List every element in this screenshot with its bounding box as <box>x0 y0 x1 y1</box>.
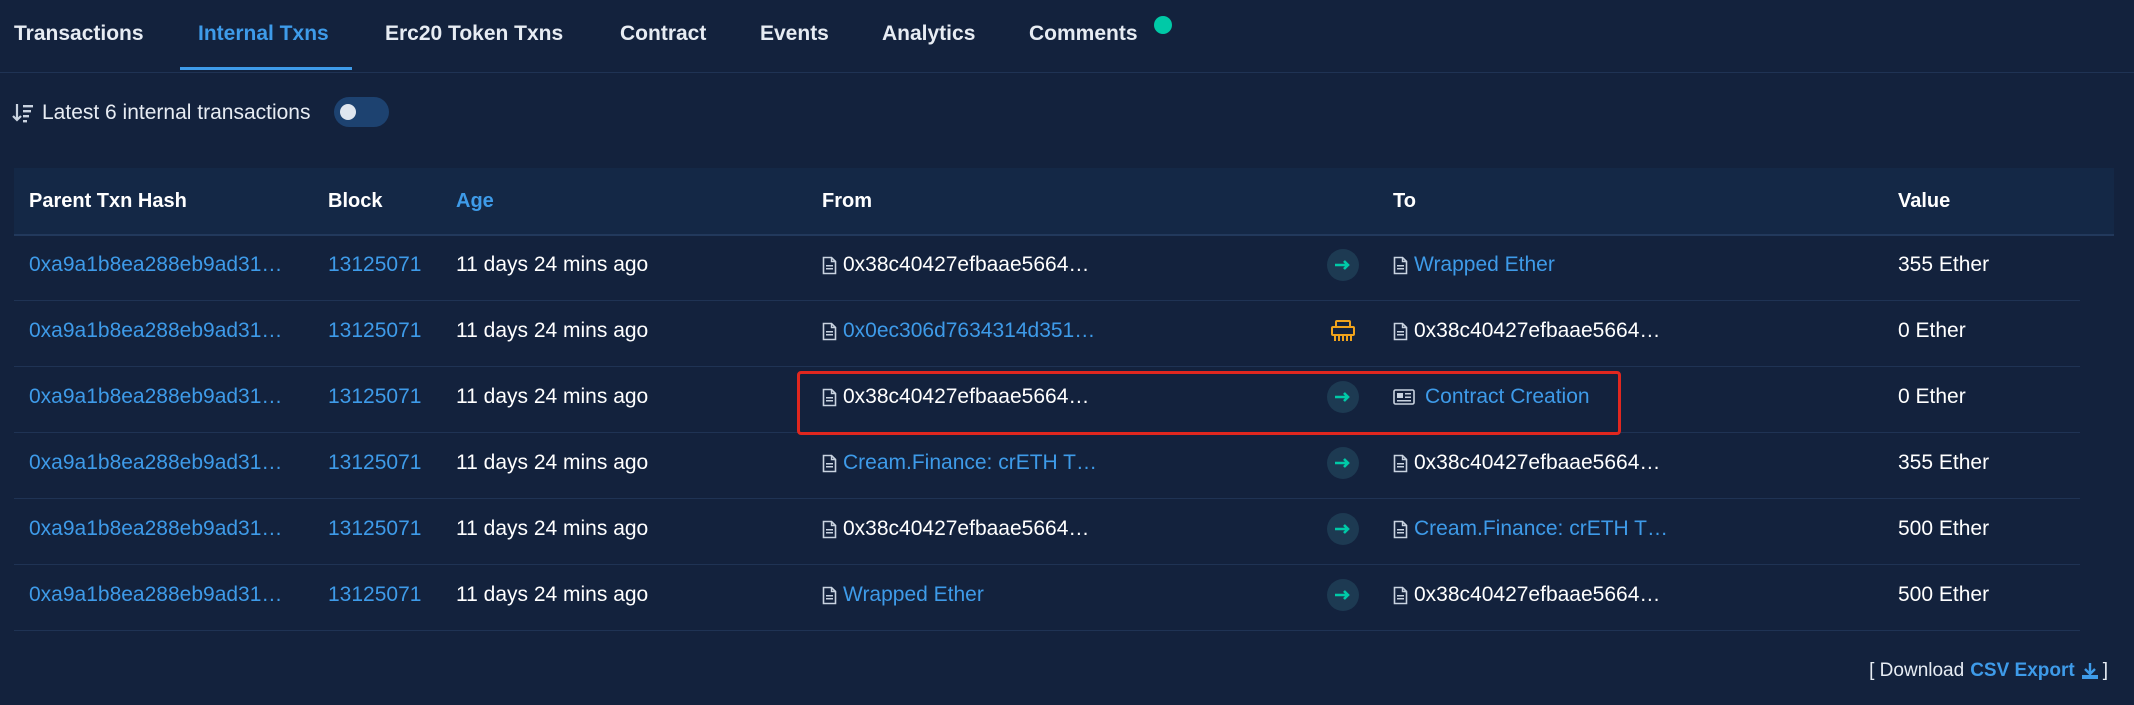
to-address-text: 0x38c40427efbaae5664… <box>1414 451 1661 474</box>
tab-bar: Transactions Internal Txns Erc20 Token T… <box>0 0 2134 73</box>
from-address: 0x38c40427efbaae5664… <box>822 253 1089 277</box>
parent-txn-hash-link[interactable]: 0xa9a1b8ea288eb9ad31… <box>29 583 282 607</box>
from-address-text: 0x38c40427efbaae5664… <box>843 253 1090 276</box>
to-address: 0x38c40427efbaae5664… <box>1393 583 1660 607</box>
value-text: 355 Ether <box>1898 451 1990 474</box>
parent-txn-hash-link[interactable]: 0xa9a1b8ea288eb9ad31… <box>29 319 282 343</box>
column-header-from: From <box>822 190 872 212</box>
column-header-to: To <box>1393 190 1416 212</box>
contract-doc-icon <box>822 454 837 472</box>
from-address[interactable]: Cream.Finance: crETH T… <box>822 451 1097 475</box>
sort-descending-icon <box>12 104 33 123</box>
contract-doc-icon <box>1393 586 1408 604</box>
contract-doc-icon <box>1393 256 1408 274</box>
toggle-knob <box>340 104 356 120</box>
value-text: 355 Ether <box>1898 253 1990 276</box>
direction-arrow-badge <box>1327 579 1359 611</box>
download-footer: [ Download CSV Export ] <box>1869 660 2108 682</box>
to-address-text[interactable]: Wrapped Ether <box>1414 253 1555 277</box>
direction-arrow-badge <box>1327 249 1359 281</box>
internal-txns-toggle[interactable] <box>334 97 389 127</box>
csv-export-link[interactable]: CSV Export <box>1970 660 2075 682</box>
age-text: 11 days 24 mins ago <box>456 451 649 474</box>
contract-call-icon <box>1331 320 1355 341</box>
value-text: 0 Ether <box>1898 385 1966 408</box>
to-address[interactable]: Wrapped Ether <box>1393 253 1555 277</box>
age-text: 11 days 24 mins ago <box>456 385 649 408</box>
age-text: 11 days 24 mins ago <box>456 319 649 342</box>
to-address-text: 0x38c40427efbaae5664… <box>1414 583 1661 606</box>
from-address[interactable]: 0x0ec306d7634314d351… <box>822 319 1095 343</box>
arrow-right-icon <box>1335 458 1350 468</box>
column-header-value: Value <box>1898 190 1951 212</box>
contract-doc-icon <box>822 322 837 340</box>
parent-txn-hash-link[interactable]: 0xa9a1b8ea288eb9ad31… <box>29 451 282 475</box>
value-text: 0 Ether <box>1898 319 1966 342</box>
contract-doc-icon <box>822 586 837 604</box>
arrow-right-icon <box>1335 524 1350 534</box>
table-row: 0xa9a1b8ea288eb9ad31… 13125071 11 days 24 … <box>14 564 2080 631</box>
tab-events[interactable]: Events <box>760 22 829 46</box>
from-address: 0x38c40427efbaae5664… <box>822 517 1089 541</box>
contract-doc-icon <box>1393 454 1408 472</box>
from-address[interactable]: Wrapped Ether <box>822 583 984 607</box>
download-icon[interactable] <box>2081 662 2099 680</box>
arrow-right-icon <box>1335 590 1350 600</box>
parent-txn-hash-link[interactable]: 0xa9a1b8ea288eb9ad31… <box>29 517 282 541</box>
value-text: 500 Ether <box>1898 583 1990 606</box>
tab-comments[interactable]: Comments <box>1029 22 1138 46</box>
from-address-text[interactable]: Wrapped Ether <box>843 583 984 607</box>
highlighted-row-outline <box>797 371 1621 435</box>
direction-arrow-badge <box>1327 447 1359 479</box>
parent-txn-hash-link[interactable]: 0xa9a1b8ea288eb9ad31… <box>29 253 282 277</box>
block-link[interactable]: 13125071 <box>328 517 421 541</box>
contract-call-badge <box>1327 315 1359 347</box>
parent-txn-hash-link[interactable]: 0xa9a1b8ea288eb9ad31… <box>29 385 282 409</box>
contract-doc-icon <box>822 256 837 274</box>
column-header-block: Block <box>328 190 383 212</box>
download-prefix: [ Download <box>1869 660 1965 681</box>
table-row: 0xa9a1b8ea288eb9ad31… 13125071 11 days 24 … <box>14 498 2080 565</box>
block-link[interactable]: 13125071 <box>328 451 421 475</box>
contract-doc-icon <box>1393 322 1408 340</box>
contract-doc-icon <box>822 520 837 538</box>
block-link[interactable]: 13125071 <box>328 583 421 607</box>
block-link[interactable]: 13125071 <box>328 253 421 277</box>
from-address-text: 0x38c40427efbaae5664… <box>843 517 1090 540</box>
summary: Latest 6 internal transactions <box>12 98 311 128</box>
age-text: 11 days 24 mins ago <box>456 583 649 606</box>
contract-doc-icon <box>1393 520 1408 538</box>
direction-arrow-badge <box>1327 513 1359 545</box>
from-address-text[interactable]: 0x0ec306d7634314d351… <box>843 319 1095 343</box>
download-suffix: ] <box>2102 660 2108 681</box>
to-address[interactable]: Cream.Finance: crETH T… <box>1393 517 1668 541</box>
value-text: 500 Ether <box>1898 517 1990 540</box>
to-address: 0x38c40427efbaae5664… <box>1393 451 1660 475</box>
to-address: 0x38c40427efbaae5664… <box>1393 319 1660 343</box>
table-row: 0xa9a1b8ea288eb9ad31… 13125071 11 days 24 … <box>14 234 2080 301</box>
to-address-text: 0x38c40427efbaae5664… <box>1414 319 1661 342</box>
table-row: 0xa9a1b8ea288eb9ad31… 13125071 11 days 24 … <box>14 300 2080 367</box>
column-header-age[interactable]: Age <box>456 190 494 213</box>
tab-internal-txns[interactable]: Internal Txns <box>198 22 329 46</box>
table-row: 0xa9a1b8ea288eb9ad31… 13125071 11 days 24 … <box>14 432 2080 499</box>
column-header-parent-txn-hash: Parent Txn Hash <box>29 190 187 212</box>
tab-erc20-token-txns[interactable]: Erc20 Token Txns <box>385 22 563 46</box>
block-link[interactable]: 13125071 <box>328 319 421 343</box>
from-address-text[interactable]: Cream.Finance: crETH T… <box>843 451 1097 475</box>
block-link[interactable]: 13125071 <box>328 385 421 409</box>
tab-analytics[interactable]: Analytics <box>882 22 975 46</box>
arrow-right-icon <box>1335 260 1350 270</box>
tab-contract[interactable]: Contract <box>620 22 706 46</box>
age-text: 11 days 24 mins ago <box>456 253 649 276</box>
tab-transactions[interactable]: Transactions <box>14 22 144 46</box>
table-header: Parent Txn Hash Block Age From To Value <box>14 168 2114 236</box>
summary-text: Latest 6 internal transactions <box>42 101 311 124</box>
comments-notification-dot <box>1154 16 1172 34</box>
to-address-text[interactable]: Cream.Finance: crETH T… <box>1414 517 1668 541</box>
active-tab-indicator <box>180 67 352 70</box>
age-text: 11 days 24 mins ago <box>456 517 649 540</box>
